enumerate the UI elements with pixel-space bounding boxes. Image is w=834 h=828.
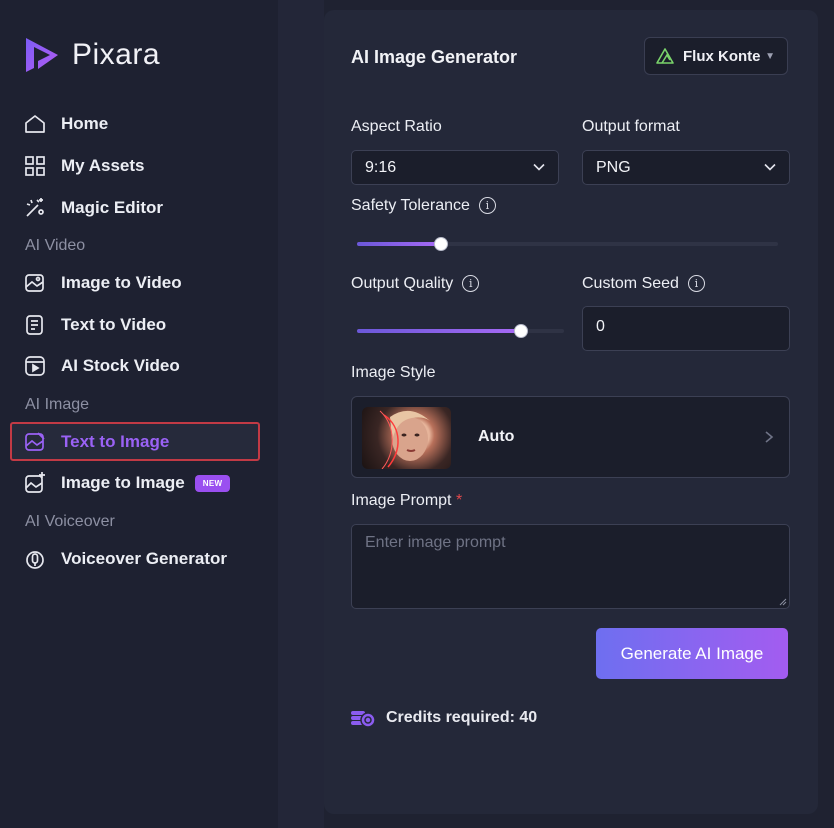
brand-name: Pixara: [72, 38, 161, 71]
safety-tolerance-label: Safety Tolerance i: [351, 197, 496, 215]
output-format-select[interactable]: PNG: [582, 150, 790, 185]
info-icon[interactable]: i: [478, 197, 496, 214]
sidebar-item-my-assets[interactable]: My Assets: [22, 151, 144, 181]
slider-thumb[interactable]: [513, 324, 528, 338]
sidebar-item-label: Text to Video: [61, 315, 167, 334]
output-format-value: PNG: [596, 158, 631, 176]
sidebar-item-label: Text to Image: [61, 432, 170, 451]
text-image-icon: [22, 429, 48, 455]
sidebar: Pixara Home My Assets Magic Editor AI Vi…: [0, 0, 278, 828]
sidebar-item-image-to-video[interactable]: Image to Video: [22, 268, 182, 298]
pixara-logo-icon: [26, 38, 58, 72]
sidebar-item-label: Image to Video: [61, 273, 182, 292]
sidebar-item-label: Voiceover Generator: [61, 549, 227, 568]
sidebar-item-label: AI Stock Video: [61, 356, 180, 375]
flux-logo-icon: [656, 48, 674, 64]
stock-video-icon: [22, 353, 48, 379]
model-selector[interactable]: Flux Konte ▼: [644, 37, 788, 75]
chevron-down-icon: [764, 163, 776, 171]
image-image-icon: [22, 470, 48, 496]
home-icon: [22, 111, 48, 137]
chevron-down-icon: [533, 163, 545, 171]
aspect-ratio-select[interactable]: 9:16: [351, 150, 559, 185]
sidebar-item-label: Image to Image: [61, 473, 185, 492]
microphone-icon: [22, 546, 48, 572]
slider-fill: [357, 242, 442, 246]
image-style-value: Auto: [478, 428, 515, 445]
sidebar-item-text-to-video[interactable]: Text to Video: [22, 310, 166, 340]
generate-button[interactable]: Generate AI Image: [596, 628, 788, 679]
caret-down-icon: ▼: [765, 51, 775, 62]
sidebar-item-home[interactable]: Home: [22, 109, 108, 139]
style-preview-image: [362, 407, 451, 469]
layout-gutter: [278, 0, 324, 828]
image-video-icon: [22, 270, 48, 296]
text-video-icon: [22, 312, 48, 338]
panel-title: AI Image Generator: [351, 47, 518, 67]
section-label-ai-image: AI Image: [25, 396, 90, 413]
image-style-label: Image Style: [351, 364, 436, 381]
generator-panel: AI Image Generator Flux Konte ▼ Aspect R…: [324, 10, 818, 814]
section-label-ai-video: AI Video: [25, 237, 86, 254]
output-quality-text: Output Quality: [351, 275, 454, 292]
info-icon[interactable]: i: [687, 275, 705, 292]
image-style-selector[interactable]: Auto: [351, 396, 790, 478]
credits-text: Credits required: 40: [386, 709, 538, 726]
slider-thumb[interactable]: [434, 237, 449, 251]
slider-fill: [357, 329, 521, 333]
safety-tolerance-text: Safety Tolerance: [351, 197, 470, 214]
section-label-ai-voiceover: AI Voiceover: [25, 513, 115, 530]
custom-seed-text: Custom Seed: [582, 275, 679, 292]
custom-seed-label: Custom Seed i: [582, 275, 705, 293]
resize-handle-icon[interactable]: [779, 598, 787, 606]
chevron-right-icon: [765, 431, 774, 443]
sidebar-item-label: Magic Editor: [61, 198, 164, 217]
model-label: Flux Konte: [683, 47, 761, 65]
info-icon[interactable]: i: [462, 275, 480, 292]
output-quality-slider[interactable]: [357, 324, 564, 338]
image-prompt-text: Image Prompt: [351, 492, 452, 509]
credits-info: Credits required: 40: [350, 707, 537, 729]
output-quality-label: Output Quality i: [351, 275, 480, 293]
required-marker: *: [455, 492, 463, 509]
sidebar-item-text-to-image[interactable]: Text to Image: [22, 427, 169, 457]
magic-wand-icon: [22, 195, 48, 221]
sidebar-item-image-to-image[interactable]: Image to Image NEW: [22, 468, 231, 498]
sidebar-item-voiceover-generator[interactable]: Voiceover Generator: [22, 544, 227, 574]
safety-tolerance-slider[interactable]: [357, 237, 778, 251]
image-prompt-textarea[interactable]: Enter image prompt: [351, 524, 790, 609]
brand-logo[interactable]: Pixara: [20, 34, 160, 76]
sidebar-item-label: Home: [61, 114, 109, 133]
coins-icon: [351, 711, 376, 728]
sidebar-item-magic-editor[interactable]: Magic Editor: [22, 193, 163, 223]
image-prompt-label: Image Prompt *: [351, 492, 462, 510]
custom-seed-input[interactable]: 0: [582, 306, 790, 351]
aspect-ratio-label: Aspect Ratio: [351, 118, 442, 135]
grid-icon: [22, 153, 48, 179]
sidebar-item-ai-stock-video[interactable]: AI Stock Video: [22, 351, 180, 381]
aspect-ratio-value: 9:16: [365, 158, 397, 176]
sidebar-item-label: My Assets: [61, 156, 145, 175]
new-badge: NEW: [194, 474, 231, 492]
output-format-label: Output format: [582, 118, 680, 135]
